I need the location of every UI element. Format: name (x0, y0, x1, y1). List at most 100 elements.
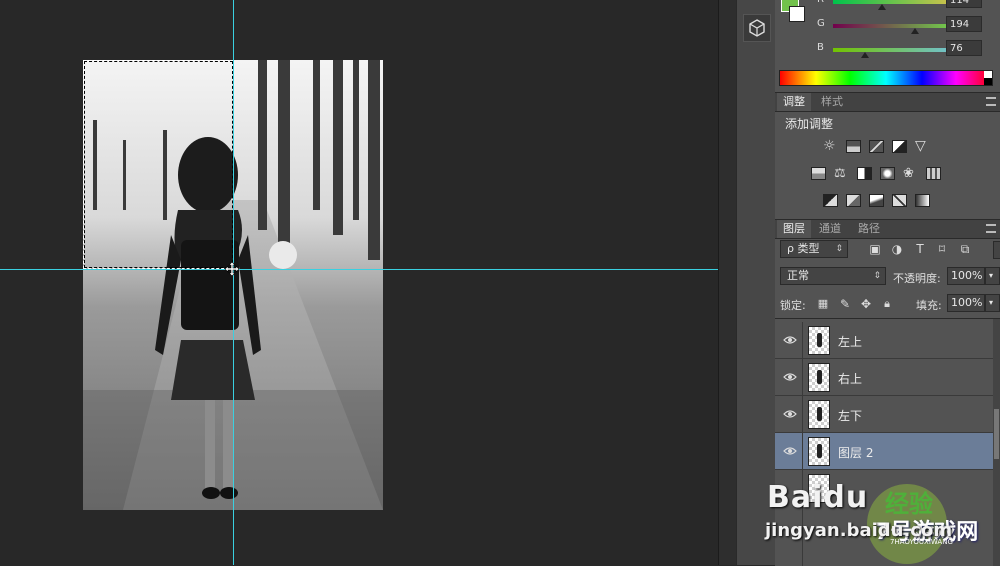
shape-layer-filter-icon[interactable]: ⌑ (936, 243, 948, 255)
dock-divider[interactable] (718, 0, 737, 565)
channel-label: G (817, 18, 825, 29)
lock-image-pixels-icon[interactable]: ✎ (839, 298, 851, 310)
eye-icon (783, 447, 797, 455)
tab-layers[interactable]: 图层 (777, 220, 811, 238)
layer-list: 左上 右上 左下 图层 2 🔒︎ (775, 318, 1000, 566)
channel-value-r[interactable]: 114 (946, 0, 982, 8)
layer-thumbnail (808, 400, 830, 429)
lock-icon: 🔒︎ (968, 526, 974, 537)
channel-row-b: B 76 (815, 40, 1000, 60)
channel-value-g[interactable]: 194 (946, 16, 982, 32)
photo-filter-icon[interactable] (880, 167, 895, 180)
posterize-icon[interactable] (846, 194, 861, 207)
color-spectrum-bar[interactable] (779, 70, 993, 86)
layer-row-selected[interactable]: 图层 2 (775, 433, 993, 470)
add-adjustment-title: 添加调整 (785, 117, 834, 131)
layer-list-scrollbar[interactable] (993, 319, 1000, 566)
layer-row[interactable]: 左上 (775, 322, 993, 359)
channel-value-b[interactable]: 76 (946, 40, 982, 56)
layer-filter-kind-select[interactable]: ρ 类型 ⇕ (780, 240, 848, 258)
channel-row-r: R 114 (815, 0, 1000, 12)
channel-mixer-icon[interactable]: ❀ (903, 167, 918, 180)
slider-thumb-icon[interactable] (877, 4, 886, 10)
color-lookup-icon[interactable] (926, 167, 941, 180)
channel-row-g: G 194 (815, 16, 1000, 36)
black-white-icon[interactable] (857, 167, 872, 180)
slider-thumb-icon[interactable] (911, 28, 920, 34)
opacity-label: 不透明度: (893, 272, 941, 285)
move-cursor-icon (225, 262, 239, 276)
layer-row[interactable]: 左下 (775, 396, 993, 433)
vertical-guide[interactable] (233, 0, 234, 565)
lock-transparent-pixels-icon[interactable]: ▦ (817, 298, 829, 310)
eye-icon (783, 410, 797, 418)
horizontal-guide[interactable] (0, 269, 718, 270)
layer-row-partial[interactable]: 🔒︎ (775, 470, 993, 566)
background-color-swatch[interactable] (789, 6, 805, 22)
adjustments-tabbar: 调整 样式 (775, 92, 1000, 112)
panel-menu-icon[interactable] (986, 97, 996, 106)
curves-icon[interactable] (869, 140, 884, 153)
pixel-layer-filter-icon[interactable]: ▣ (869, 243, 881, 255)
visibility-toggle[interactable] (775, 322, 803, 359)
3d-cube-panel-button[interactable] (743, 14, 771, 42)
gradient-map-icon[interactable] (915, 194, 930, 207)
layer-name[interactable]: 右上 (838, 370, 862, 387)
fill-dropdown-button[interactable]: ▾ (985, 294, 1000, 312)
layer-thumbnail (808, 326, 830, 355)
fill-input[interactable]: 100% (947, 294, 985, 312)
eye-icon (783, 336, 797, 344)
marquee-selection[interactable] (83, 60, 234, 269)
layer-thumbnail (808, 363, 830, 392)
layer-thumbnail (808, 474, 830, 503)
scrollbar-thumb[interactable] (994, 409, 999, 459)
smart-object-filter-icon[interactable]: ⧉ (959, 243, 971, 255)
type-layer-filter-icon[interactable]: T (914, 243, 926, 255)
filter-kind-label: ρ 类型 (787, 242, 820, 255)
filter-toggle[interactable] (993, 241, 1000, 259)
lock-position-icon[interactable]: ✥ (860, 298, 872, 310)
channel-label: R (817, 0, 824, 5)
lock-label: 锁定: (780, 299, 806, 312)
levels-icon[interactable] (846, 140, 861, 153)
exposure-icon[interactable] (892, 140, 907, 153)
blend-mode-select[interactable]: 正常 ⇕ (780, 267, 886, 285)
tab-styles[interactable]: 样式 (815, 93, 849, 111)
vibrance-icon[interactable]: ▽ (915, 139, 930, 153)
panel-menu-icon[interactable] (986, 224, 996, 233)
selective-color-icon[interactable] (892, 194, 907, 207)
collapsed-panel-dock (736, 0, 776, 565)
threshold-icon[interactable] (869, 194, 884, 207)
invert-icon[interactable] (823, 194, 838, 207)
layer-name[interactable]: 左下 (838, 407, 862, 424)
slider-thumb-icon[interactable] (861, 52, 870, 58)
tab-channels[interactable]: 通道 (813, 220, 847, 238)
brightness-icon[interactable]: ☼ (823, 139, 838, 153)
document-canvas[interactable] (0, 0, 718, 565)
layers-tabbar: 图层 通道 路径 (775, 219, 1000, 239)
visibility-toggle[interactable] (775, 470, 803, 566)
tab-paths[interactable]: 路径 (852, 220, 886, 238)
lock-all-icon[interactable]: 🔒︎ (881, 298, 893, 310)
cube-icon (749, 19, 765, 37)
opacity-input[interactable]: 100% (947, 267, 985, 285)
eye-icon (783, 373, 797, 381)
layer-row[interactable]: 右上 (775, 359, 993, 396)
blend-mode-value: 正常 (787, 269, 809, 282)
layer-thumbnail (808, 437, 830, 466)
visibility-toggle[interactable] (775, 359, 803, 396)
adjustment-layer-filter-icon[interactable]: ◑ (891, 243, 903, 255)
tab-adjustments[interactable]: 调整 (777, 93, 811, 111)
layer-name[interactable]: 图层 2 (838, 444, 873, 461)
fill-label: 填充: (916, 299, 942, 312)
hue-saturation-icon[interactable] (811, 167, 826, 180)
visibility-toggle[interactable] (775, 433, 803, 470)
color-panel: R 114 G 194 B 76 (775, 0, 1000, 92)
channel-label: B (817, 42, 824, 53)
right-panels: R 114 G 194 B 76 调整 样式 添加调整 ☼ ▽ (775, 0, 1000, 566)
layer-name[interactable]: 左上 (838, 333, 862, 350)
visibility-toggle[interactable] (775, 396, 803, 433)
black-white-swatch[interactable] (984, 71, 992, 85)
opacity-dropdown-button[interactable]: ▾ (985, 267, 1000, 285)
color-balance-icon[interactable]: ⚖ (834, 167, 849, 180)
